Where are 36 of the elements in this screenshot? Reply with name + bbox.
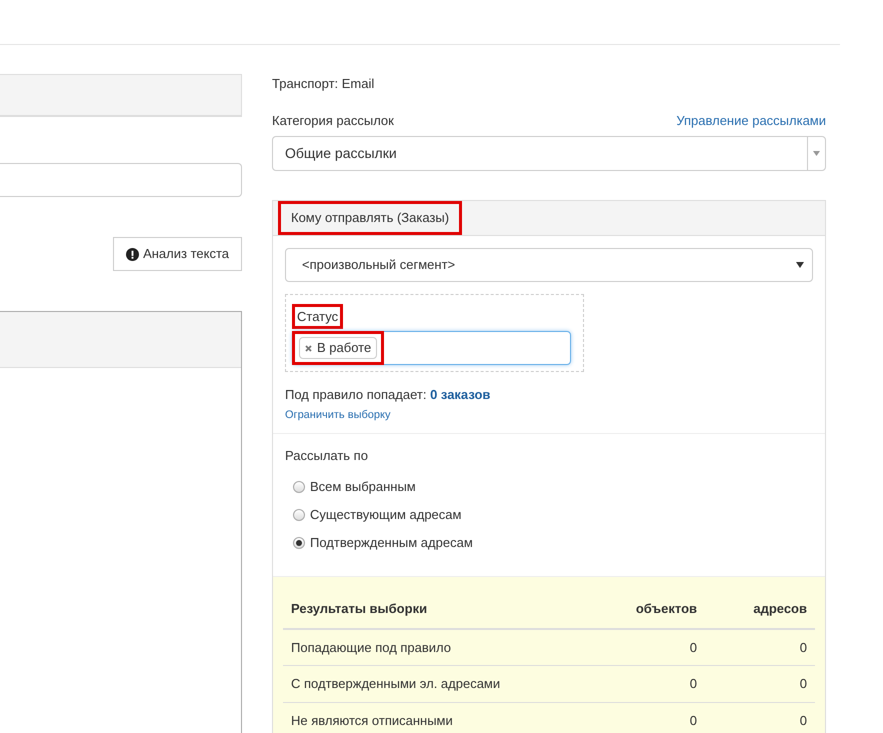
category-select[interactable]: Общие рассылки — [272, 136, 826, 171]
radio-button[interactable] — [293, 481, 305, 493]
table-cell: 0 — [595, 702, 705, 733]
table-cell: Попадающие под правило — [283, 628, 595, 666]
category-label: Категория рассылок — [272, 112, 394, 130]
table-cell: С подтвержденными эл. адресами — [283, 666, 595, 702]
panel-title: Кому отправлять (Заказы) — [278, 201, 462, 234]
caret-icon — [796, 262, 804, 268]
manage-mailings-link[interactable]: Управление рассылками — [676, 111, 826, 131]
text-field[interactable] — [0, 163, 242, 197]
column-header: объектов — [595, 590, 705, 628]
radio-button[interactable] — [293, 509, 305, 521]
analyze-text-button[interactable]: Анализ текста — [113, 237, 242, 271]
table-cell: 0 — [705, 666, 815, 702]
match-count-text: Под правило попадает: 0 заказов — [285, 387, 490, 402]
send-by-label: Рассылать по — [285, 447, 369, 465]
radio-button[interactable] — [293, 537, 305, 549]
status-label: Статус — [292, 304, 344, 329]
radio-option[interactable]: Существующим адресам — [293, 506, 462, 524]
table-cell: 0 — [595, 628, 705, 666]
table-cell: Не являются отписанными — [283, 702, 595, 733]
table-cell: 0 — [595, 666, 705, 702]
radio-option[interactable]: Всем выбранным — [293, 478, 416, 496]
table-cell: 0 — [705, 628, 815, 666]
caret-icon — [813, 151, 820, 156]
table-cell: 0 — [705, 702, 815, 733]
remove-icon[interactable] — [305, 344, 312, 352]
exclamation-icon — [126, 248, 140, 260]
segment-select[interactable]: <произвольный сегмент> — [285, 248, 813, 282]
status-tag[interactable]: В работе — [299, 337, 378, 359]
status-field[interactable]: В работе — [292, 331, 571, 365]
transport-label: Транспорт: Email — [272, 76, 376, 92]
radio-option[interactable]: Подтвержденным адресам — [293, 534, 473, 552]
column-header: адресов — [705, 590, 815, 628]
column-header: Результаты выборки — [283, 590, 595, 628]
limit-selection-link[interactable]: Ограничить выборку — [285, 406, 813, 423]
